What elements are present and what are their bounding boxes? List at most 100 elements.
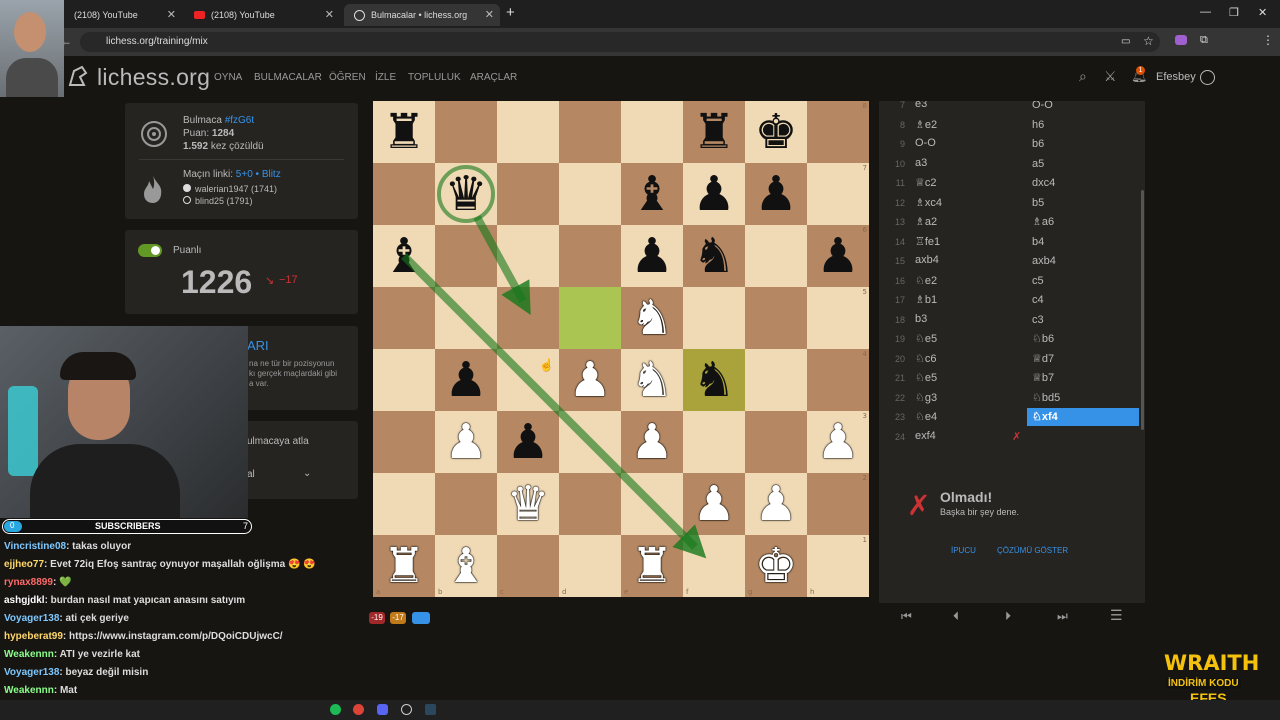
search-icon[interactable]: ⌕ (1079, 68, 1087, 85)
square-a3[interactable] (373, 411, 435, 473)
square-b6[interactable] (435, 225, 497, 287)
black-bishop-icon[interactable]: ♝ (630, 170, 673, 218)
white-move[interactable]: ♗xc4 (915, 196, 942, 209)
square-g8[interactable]: ♚ (745, 101, 807, 163)
square-h4[interactable]: 4 (807, 349, 869, 411)
white-bishop-icon[interactable]: ♝ (444, 542, 487, 590)
show-solution-button[interactable]: ÇÖZÜMÜ GÖSTER (997, 546, 1068, 555)
square-c5[interactable] (497, 287, 559, 349)
difficulty-select[interactable]: al (247, 469, 255, 480)
white-knight-icon[interactable]: ♞ (630, 294, 673, 342)
black-player[interactable]: blind25 (1791) (183, 196, 253, 206)
square-f2[interactable]: ♟ (683, 473, 745, 535)
white-move[interactable]: ♗e2 (915, 118, 937, 131)
square-b8[interactable] (435, 101, 497, 163)
url-bar[interactable]: lichess.org/training/mix (80, 32, 1160, 52)
close-window-icon[interactable]: ✕ (1258, 6, 1267, 19)
white-rook-icon[interactable]: ♜ (382, 542, 425, 590)
site-logo[interactable]: lichess.org (97, 64, 210, 91)
hint-button[interactable]: İPUCU (951, 546, 976, 555)
last-move-icon[interactable]: ⏭ (1057, 609, 1068, 624)
white-move[interactable]: axb4 (915, 254, 939, 266)
black-knight-icon[interactable]: ♞ (692, 232, 735, 280)
square-f3[interactable] (683, 411, 745, 473)
obs-icon[interactable] (401, 704, 412, 715)
square-e2[interactable] (621, 473, 683, 535)
square-h2[interactable]: 2 (807, 473, 869, 535)
square-e5[interactable]: ♞ (621, 287, 683, 349)
chevron-down-icon[interactable]: ⌄ (303, 468, 311, 479)
black-queen-icon[interactable]: ♛ (444, 170, 487, 218)
square-b1[interactable]: ♝ b (435, 535, 497, 597)
square-f7[interactable]: ♟ (683, 163, 745, 225)
square-a4[interactable] (373, 349, 435, 411)
white-move[interactable]: ♘e5 (915, 371, 937, 384)
white-move[interactable]: ♖fe1 (915, 235, 940, 248)
steam-icon[interactable] (425, 704, 436, 715)
square-b2[interactable] (435, 473, 497, 535)
square-b3[interactable]: ♟ (435, 411, 497, 473)
square-h5[interactable]: 5 (807, 287, 869, 349)
new-tab-button[interactable]: + (506, 4, 515, 21)
move-list-scrollbar[interactable] (1141, 190, 1144, 430)
black-move[interactable]: b4 (1027, 233, 1139, 251)
black-move[interactable]: c4 (1027, 291, 1139, 309)
square-g2[interactable]: ♟ (745, 473, 807, 535)
white-move[interactable]: ♗b1 (915, 293, 937, 306)
white-pawn-icon[interactable]: ♟ (444, 418, 487, 466)
white-pawn-icon[interactable]: ♟ (568, 356, 611, 404)
square-d3[interactable] (559, 411, 621, 473)
white-move[interactable]: ♘g3 (915, 391, 937, 404)
user-menu[interactable]: Efesbey (1156, 71, 1196, 83)
white-move[interactable]: ♕c2 (915, 176, 936, 189)
white-move[interactable]: a3 (915, 157, 927, 169)
nav-watch[interactable]: İZLE (375, 72, 396, 83)
square-d7[interactable] (559, 163, 621, 225)
square-e7[interactable]: ♝ (621, 163, 683, 225)
user-avatar-icon[interactable] (1200, 70, 1215, 85)
black-move[interactable]: ♗a6 (1027, 213, 1139, 231)
black-move[interactable]: ♕d7 (1027, 350, 1139, 368)
square-e4[interactable]: ♞ (621, 349, 683, 411)
white-pawn-icon[interactable]: ♟ (754, 480, 797, 528)
black-move[interactable]: dxc4 (1027, 174, 1139, 192)
square-a5[interactable] (373, 287, 435, 349)
square-e8[interactable] (621, 101, 683, 163)
square-f1[interactable]: f (683, 535, 745, 597)
black-knight-icon[interactable]: ♞ (692, 356, 735, 404)
square-c3[interactable]: ♟ (497, 411, 559, 473)
previous-move-icon[interactable]: ⏴ (953, 609, 959, 624)
black-move[interactable]: ♘bd5 (1027, 389, 1139, 407)
nav-tools[interactable]: ARAÇLAR (470, 72, 517, 83)
browser-tab-youtube-2[interactable]: (2108) YouTube ✕ (184, 4, 340, 26)
square-e1[interactable]: ♜ e (621, 535, 683, 597)
black-rook-icon[interactable]: ♜ (692, 108, 735, 156)
square-f8[interactable]: ♜ (683, 101, 745, 163)
square-h8[interactable]: 8 (807, 101, 869, 163)
black-move[interactable]: O-O (1027, 101, 1139, 114)
square-c2[interactable]: ♛ (497, 473, 559, 535)
minimize-icon[interactable]: — (1200, 6, 1211, 18)
black-move[interactable]: c3 (1027, 311, 1139, 329)
white-move[interactable]: ♘e5 (915, 332, 937, 345)
square-d5[interactable] (559, 287, 621, 349)
square-c1[interactable]: c (497, 535, 559, 597)
black-pawn-icon[interactable]: ♟ (444, 356, 487, 404)
square-f5[interactable] (683, 287, 745, 349)
black-king-icon[interactable]: ♚ (754, 108, 797, 156)
square-a7[interactable] (373, 163, 435, 225)
black-move[interactable]: ♕b7 (1027, 369, 1139, 387)
square-d2[interactable] (559, 473, 621, 535)
white-pawn-icon[interactable]: ♟ (630, 418, 673, 466)
swords-icon[interactable]: ⚔ (1104, 68, 1117, 85)
square-a8[interactable]: ♜ (373, 101, 435, 163)
square-f6[interactable]: ♞ (683, 225, 745, 287)
menu-icon[interactable]: ☰ (1110, 607, 1123, 624)
square-h3[interactable]: ♟ 3 (807, 411, 869, 473)
white-king-icon[interactable]: ♚ (754, 542, 797, 590)
browser-tab-youtube-1[interactable]: (2108) YouTube ✕ (64, 4, 182, 26)
square-g5[interactable] (745, 287, 807, 349)
white-move[interactable]: ♘e2 (915, 274, 937, 287)
white-pawn-icon[interactable]: ♟ (816, 418, 859, 466)
black-move[interactable]: b5 (1027, 194, 1139, 212)
